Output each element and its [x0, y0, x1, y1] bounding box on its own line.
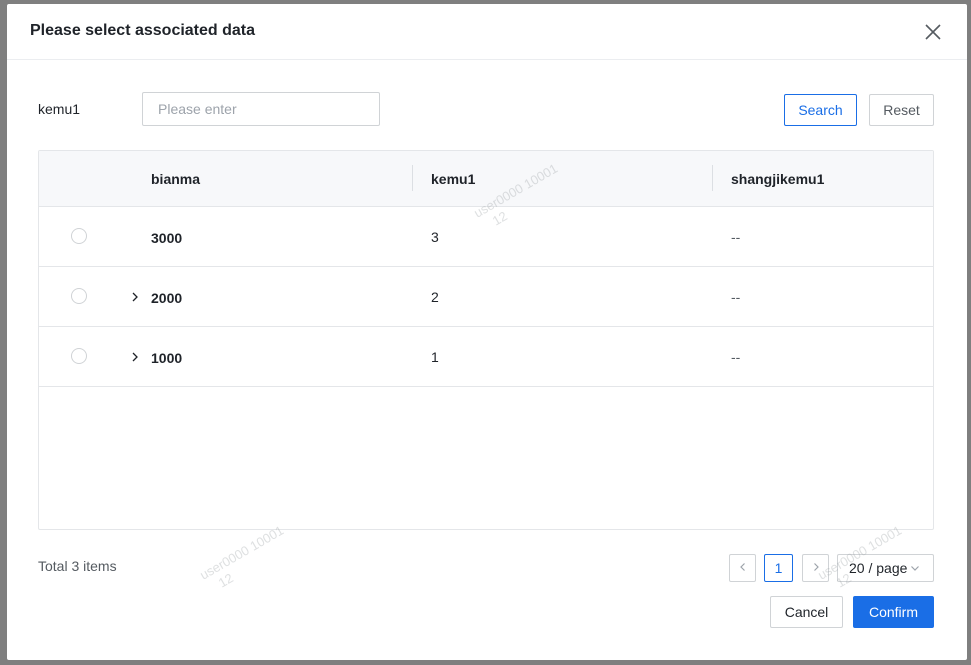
page-number-button[interactable]: 1: [764, 554, 793, 582]
filter-label: kemu1: [38, 101, 81, 117]
watermark: user0000 10001 12: [197, 522, 287, 591]
chevron-down-icon: [910, 563, 920, 573]
column-header-kemu1: kemu1: [431, 171, 476, 187]
cell-kemu1: 2: [431, 289, 439, 305]
cancel-button[interactable]: Cancel: [770, 596, 843, 628]
confirm-button[interactable]: Confirm: [853, 596, 934, 628]
page-size-select[interactable]: 20 / page: [837, 554, 934, 582]
row-select-radio[interactable]: [71, 228, 87, 244]
table-row[interactable]: 1000 1 --: [39, 327, 933, 387]
column-divider[interactable]: [412, 165, 413, 191]
close-icon[interactable]: [921, 20, 945, 44]
prev-page-button[interactable]: [729, 554, 756, 582]
table-row[interactable]: 3000 3 --: [39, 207, 933, 267]
select-data-dialog: Please select associated data kemu1 Sear…: [7, 4, 967, 660]
chevron-left-icon: [738, 559, 748, 577]
data-table: bianma kemu1 shangjikemu1 3000 3 -- 2000…: [38, 150, 934, 530]
cell-bianma: 3000: [151, 230, 183, 246]
cell-shangjikemu1: --: [731, 229, 741, 245]
chevron-right-icon: [811, 559, 821, 577]
cell-shangjikemu1: --: [731, 289, 741, 305]
pagination-total: Total 3 items: [38, 558, 117, 574]
dialog-title: Please select associated data: [30, 22, 256, 39]
reset-button[interactable]: Reset: [869, 94, 934, 126]
kemu1-search-input[interactable]: [142, 92, 380, 126]
column-divider[interactable]: [712, 165, 713, 191]
cell-kemu1: 3: [431, 229, 439, 245]
expand-chevron-icon[interactable]: [129, 291, 141, 303]
cell-bianma: 2000: [151, 290, 183, 306]
table-row[interactable]: 2000 2 --: [39, 267, 933, 327]
dialog-header: Please select associated data: [7, 4, 967, 60]
column-header-shangjikemu1: shangjikemu1: [731, 171, 825, 187]
cell-kemu1: 1: [431, 349, 439, 365]
cell-shangjikemu1: --: [731, 349, 741, 365]
column-header-bianma: bianma: [151, 171, 201, 187]
next-page-button[interactable]: [802, 554, 829, 582]
cell-bianma: 1000: [151, 350, 183, 366]
expand-chevron-icon[interactable]: [129, 351, 141, 363]
table-header: bianma kemu1 shangjikemu1: [39, 151, 933, 207]
row-select-radio[interactable]: [71, 288, 87, 304]
search-button[interactable]: Search: [784, 94, 857, 126]
page-size-value: 20 / page: [849, 560, 908, 576]
row-select-radio[interactable]: [71, 348, 87, 364]
